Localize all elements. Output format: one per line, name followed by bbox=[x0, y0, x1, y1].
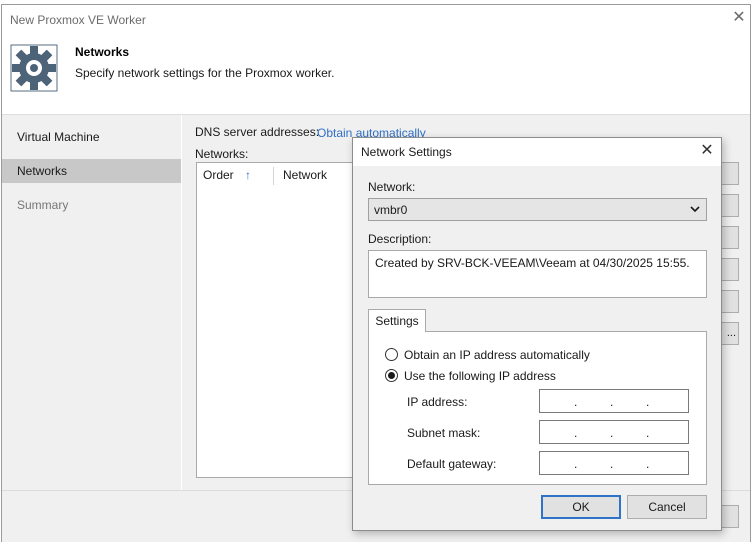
more-options-button[interactable]: ... bbox=[721, 322, 739, 345]
radio-use-following-ip[interactable] bbox=[385, 369, 398, 382]
window-title: New Proxmox VE Worker bbox=[10, 13, 146, 27]
window-close-icon[interactable]: ✕ bbox=[731, 10, 747, 26]
gear-icon bbox=[10, 44, 58, 92]
subnet-mask-input[interactable]: ... bbox=[539, 420, 689, 444]
page-subtitle: Specify network settings for the Proxmox… bbox=[75, 66, 335, 80]
network-select[interactable]: vmbr0 bbox=[368, 198, 707, 221]
page-title: Networks bbox=[75, 45, 130, 59]
ok-button[interactable]: OK bbox=[541, 495, 621, 519]
move-up-button[interactable] bbox=[721, 258, 739, 281]
column-header-network[interactable]: Network bbox=[283, 163, 327, 187]
default-gateway-label: Default gateway: bbox=[407, 457, 497, 471]
ip-address-label: IP address: bbox=[407, 395, 468, 409]
networks-label: Networks: bbox=[195, 147, 249, 161]
dialog-close-icon[interactable]: ✕ bbox=[698, 142, 716, 160]
nav-item-summary: Summary bbox=[17, 198, 69, 212]
networks-list[interactable]: Order ↑ Network bbox=[196, 162, 361, 478]
tab-settings[interactable]: Settings bbox=[368, 309, 426, 332]
dns-label: DNS server addresses: bbox=[195, 125, 320, 139]
nav-item-networks[interactable]: Networks bbox=[2, 159, 181, 183]
move-down-button[interactable] bbox=[721, 290, 739, 313]
radio-obtain-ip-auto[interactable] bbox=[385, 348, 398, 361]
subnet-mask-label: Subnet mask: bbox=[407, 426, 481, 440]
radio-use-following-ip-label[interactable]: Use the following IP address bbox=[404, 369, 556, 383]
ip-address-input[interactable]: ... bbox=[539, 389, 689, 413]
chevron-down-icon bbox=[690, 206, 700, 213]
edit-network-button[interactable] bbox=[721, 194, 739, 217]
nav-item-virtual-machine[interactable]: Virtual Machine bbox=[2, 125, 181, 149]
remove-network-button[interactable] bbox=[721, 226, 739, 249]
default-gateway-input[interactable]: ... bbox=[539, 451, 689, 475]
network-label: Network: bbox=[368, 180, 416, 194]
radio-obtain-ip-auto-label[interactable]: Obtain an IP address automatically bbox=[404, 348, 590, 362]
network-select-value: vmbr0 bbox=[374, 203, 408, 217]
cancel-button[interactable]: Cancel bbox=[627, 495, 707, 519]
dialog-title: Network Settings bbox=[361, 145, 452, 159]
footer-cancel-button-edge[interactable] bbox=[721, 505, 739, 528]
description-label: Description: bbox=[368, 232, 432, 246]
description-field[interactable]: Created by SRV-BCK-VEEAM\Veeam at 04/30/… bbox=[368, 250, 707, 298]
column-header-order[interactable]: Order ↑ bbox=[203, 163, 251, 187]
column-separator bbox=[273, 167, 274, 185]
wizard-nav: Virtual Machine Networks Summary bbox=[2, 115, 181, 490]
sort-up-arrow-icon: ↑ bbox=[245, 168, 252, 182]
add-network-button[interactable] bbox=[721, 162, 739, 185]
